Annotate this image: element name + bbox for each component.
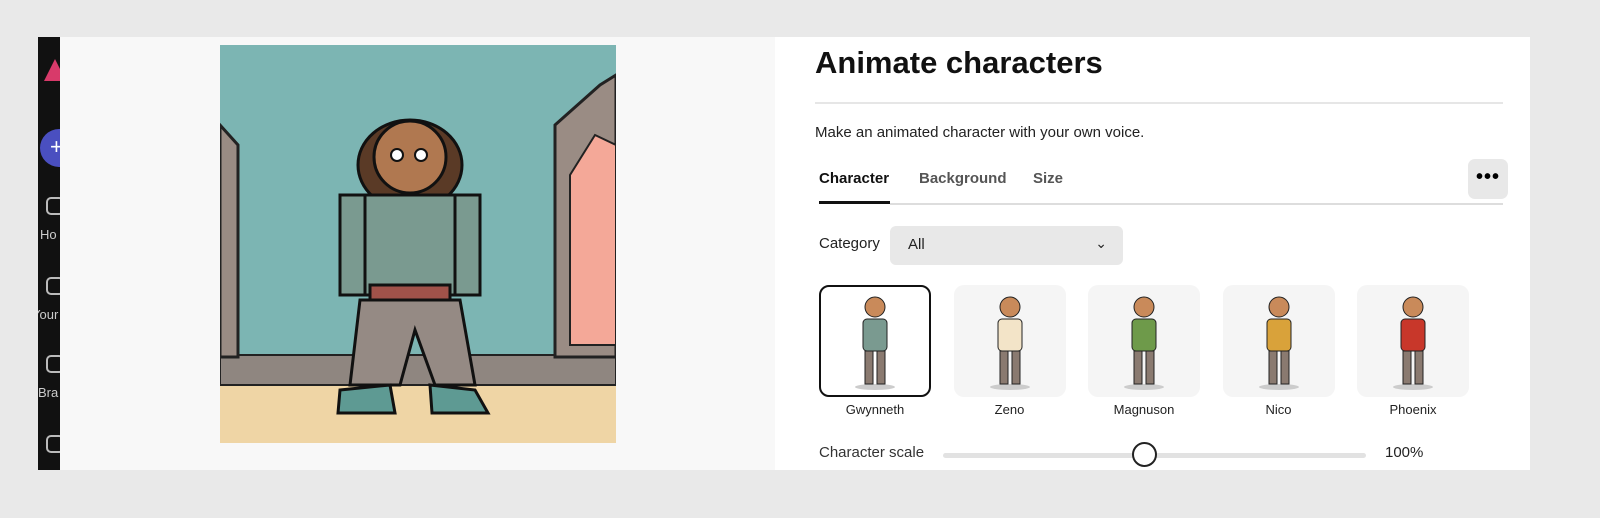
character-name: Gwynneth (845, 402, 905, 417)
brand-icon (46, 355, 60, 373)
folder-icon (46, 277, 60, 295)
divider (815, 102, 1503, 104)
apps-icon (46, 435, 60, 453)
home-icon (46, 197, 60, 215)
category-label: Category (819, 235, 880, 252)
more-icon: ••• (1475, 166, 1500, 188)
character-option-nico[interactable]: Nico (1222, 285, 1335, 417)
create-button[interactable]: + (40, 129, 60, 167)
chevron-down-icon: ⌄ (1095, 235, 1107, 251)
character-option-magnuson[interactable]: Magnuson (1088, 285, 1200, 417)
character-option-zeno[interactable]: Zeno (953, 285, 1066, 417)
character-name: Magnuson (1113, 402, 1175, 417)
character-name: Nico (1265, 402, 1292, 417)
sidebar-item-brand[interactable]: Bra (38, 355, 60, 400)
panel-title: Animate characters (815, 45, 1103, 80)
tab-size[interactable]: Size (1033, 170, 1063, 187)
character-thumbnail (953, 285, 1066, 397)
category-dropdown[interactable]: All ⌄ (890, 226, 1123, 265)
character-option-gwynneth[interactable]: Gwynneth (819, 285, 931, 417)
character-scale-label: Character scale (819, 444, 925, 461)
character-thumbnail (1357, 285, 1469, 397)
character-name: Zeno (994, 402, 1025, 417)
sidebar-item-home[interactable]: Ho (38, 197, 60, 242)
character-thumbnail (1088, 285, 1200, 397)
more-options-button[interactable]: ••• (1468, 159, 1508, 199)
canvas-area (60, 37, 775, 470)
active-tab-indicator (819, 201, 890, 204)
tabs-divider (890, 203, 1503, 205)
character-thumbnail (1222, 285, 1335, 397)
character-option-phoenix[interactable]: Phoenix (1357, 285, 1469, 417)
character-thumbnail (819, 285, 931, 397)
sidebar-item-your-stuff[interactable]: Your (38, 277, 60, 322)
character-preview (220, 45, 616, 443)
animate-panel: Animate characters Make an animated char… (775, 37, 1530, 470)
character-name: Phoenix (1389, 402, 1437, 417)
sidebar-item-apps[interactable] (38, 435, 60, 453)
panel-description: Make an animated character with your own… (815, 124, 1145, 141)
sidebar: + Ho Your Bra (38, 37, 60, 470)
tab-character[interactable]: Character (819, 170, 889, 187)
app-logo (44, 59, 60, 81)
tab-background[interactable]: Background (919, 170, 1007, 187)
character-scale-value: 100% (1385, 444, 1424, 461)
character-scale-handle[interactable] (1132, 442, 1157, 467)
